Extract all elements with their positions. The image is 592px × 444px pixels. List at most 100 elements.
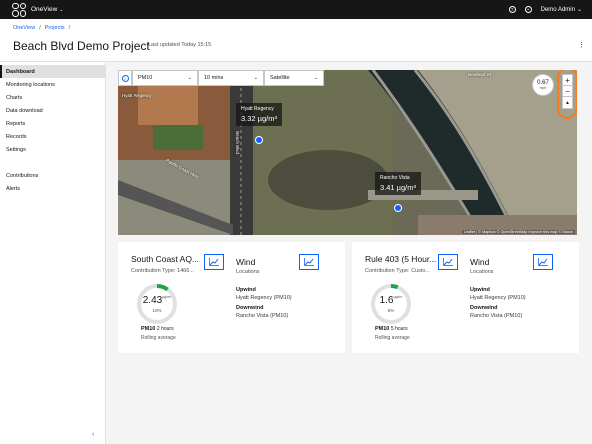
user-name: Demo Admin	[540, 6, 575, 13]
breadcrumb-projects[interactable]: Projects	[45, 25, 65, 31]
gauge-percent: 6%	[387, 308, 395, 313]
pm-name: PM10	[375, 326, 390, 332]
gauge-unit: µg/m³	[162, 295, 172, 299]
chevron-down-icon: ⌄	[187, 75, 192, 81]
page-title: Beach Blvd Demo Project	[13, 39, 150, 53]
map-pin-rancho[interactable]	[394, 204, 402, 212]
sidebar-item-dashboard[interactable]: Dashboard	[0, 65, 105, 78]
contribution-card: Rule 403 (5 Hour... Contribution Type: C…	[352, 242, 579, 353]
app-switcher[interactable]: OneView ⌄	[31, 6, 63, 13]
view-wind-chart-button[interactable]	[299, 254, 319, 270]
collapse-sidebar-icon[interactable]: ‹	[92, 431, 94, 438]
breadcrumb-separator: /	[39, 25, 41, 31]
map-pin-hyatt[interactable]	[255, 136, 263, 144]
card-subtitle: Contribution Type: Custo...	[365, 268, 431, 274]
gauge-value-wrap: 2.43µg/m³	[135, 295, 179, 306]
chevron-down-icon: ⌄	[59, 6, 64, 13]
pin-value: 3.41 µg/m³	[380, 183, 417, 192]
app-brand: OneView	[31, 6, 58, 13]
info-button[interactable]: i	[118, 70, 132, 86]
map-controls: i PM10 ⌄ 10 mins ⌄ Satellite ⌄	[118, 70, 324, 86]
upwind-label: Upwind	[470, 287, 490, 293]
pin-value: 3.32 µg/m³	[241, 114, 278, 123]
sidebar-item-contributions[interactable]: Contributions	[0, 169, 105, 182]
page-header: OneView / Projects / Beach Blvd Demo Pro…	[0, 19, 592, 62]
gauge-value: 2.43	[142, 295, 163, 306]
map-label-hyatt: Hyatt Regency	[122, 93, 152, 98]
top-bar: OneView ⌄ ? • Demo Admin ⌄	[0, 0, 592, 19]
chevron-down-icon: ⌄	[313, 75, 318, 81]
upwind-label: Upwind	[236, 287, 256, 293]
wind-subtitle: Locations	[470, 269, 494, 275]
sidebar-item-records[interactable]: Records	[0, 130, 105, 143]
chart-icon	[304, 258, 314, 266]
highlight-annotation	[557, 70, 577, 119]
chevron-down-icon: ⌄	[253, 75, 258, 81]
sidebar-item-settings[interactable]: Settings	[0, 143, 105, 156]
view-chart-button[interactable]	[438, 254, 458, 270]
sidebar-item-data-download[interactable]: Data download	[0, 104, 105, 117]
help-icon[interactable]: ?	[508, 6, 516, 13]
pm-name: PM10	[141, 326, 156, 332]
contribution-card: South Coast AQ... Contribution Type: 146…	[118, 242, 345, 353]
map-label-newland: Newland St	[468, 72, 492, 77]
pollutant-value: PM10	[138, 75, 153, 81]
view-wind-chart-button[interactable]	[533, 254, 553, 270]
pm-period: 2 hours	[156, 326, 174, 332]
card-title[interactable]: Rule 403 (5 Hour...	[365, 254, 437, 264]
pin-label-rancho: Rancho Vista 3.41 µg/m³	[375, 172, 422, 195]
pm-label: PM10 5 hours	[375, 326, 408, 332]
wind-indicator: 0.67 mph	[532, 74, 554, 96]
downwind-value: Rancho Vista (PM10)	[470, 313, 523, 319]
pm-label: PM10 2 hours	[141, 326, 174, 332]
upwind-value: Hyatt Regency (PM10)	[236, 295, 292, 301]
gauge-value: 1.6	[379, 295, 394, 306]
map-label-beach-blvd: Beach Blvd	[234, 131, 240, 154]
info-icon: i	[121, 74, 129, 82]
view-chart-button[interactable]	[204, 254, 224, 270]
upwind-value: Hyatt Regency (PM10)	[470, 295, 526, 301]
wind-unit: mph	[539, 86, 547, 90]
wind-title: Wind	[470, 257, 490, 267]
sidebar-item-monitoring-locations[interactable]: Monitoring locations	[0, 78, 105, 91]
map-imagery	[118, 70, 577, 235]
breadcrumb-oneview[interactable]: OneView	[13, 25, 35, 31]
map-attribution: Leaflet | © Mapbox © OpenStreetMap Impro…	[461, 230, 575, 234]
app-logo-icon	[12, 2, 26, 17]
downwind-label: Downwind	[470, 305, 498, 311]
user-menu[interactable]: Demo Admin ⌄	[540, 6, 582, 14]
layer-select[interactable]: Satellite ⌄	[264, 70, 324, 86]
interval-select[interactable]: 10 mins ⌄	[198, 70, 264, 86]
satellite-map[interactable]: Hyatt Regency Pacific Coast Hwy Beach Bl…	[118, 70, 577, 235]
breadcrumb: OneView / Projects /	[13, 25, 70, 31]
sidebar-item-reports[interactable]: Reports	[0, 117, 105, 130]
user-icon[interactable]: •	[524, 6, 532, 13]
card-subtitle: Contribution Type: 1466...	[131, 268, 194, 274]
gauge-percent: 10%	[152, 308, 162, 313]
downwind-value: Rancho Vista (PM10)	[236, 313, 289, 319]
pm-period: 5 hours	[390, 326, 408, 332]
chart-icon	[538, 258, 548, 266]
card-title[interactable]: South Coast AQ...	[131, 254, 203, 264]
downwind-label: Downwind	[236, 305, 264, 311]
breadcrumb-separator: /	[68, 25, 71, 31]
interval-value: 10 mins	[204, 75, 224, 81]
chart-icon	[209, 258, 219, 266]
sidebar-item-charts[interactable]: Charts	[0, 91, 105, 104]
wind-title: Wind	[236, 257, 256, 267]
rolling-label: Rolling average	[141, 335, 176, 341]
pin-name: Rancho Vista	[380, 175, 410, 181]
sidebar: Dashboard Monitoring locations Charts Da…	[0, 62, 106, 444]
pin-name: Hyatt Regency	[241, 106, 274, 112]
gauge-unit: µg/m³	[393, 295, 403, 299]
rolling-label: Rolling average	[375, 335, 410, 341]
overflow-menu-icon[interactable]: ⋮	[578, 41, 585, 49]
chevron-down-icon: ⌄	[576, 7, 582, 13]
sidebar-item-alerts[interactable]: Alerts	[0, 182, 105, 195]
layer-value: Satellite	[270, 75, 290, 81]
gauge-value-wrap: 1.6µg/m³	[369, 295, 413, 306]
wind-subtitle: Locations	[236, 269, 260, 275]
pollutant-select[interactable]: PM10 ⌄	[132, 70, 198, 86]
pin-label-hyatt: Hyatt Regency 3.32 µg/m³	[236, 103, 283, 126]
last-updated: Last updated Today 15:15	[148, 42, 212, 48]
